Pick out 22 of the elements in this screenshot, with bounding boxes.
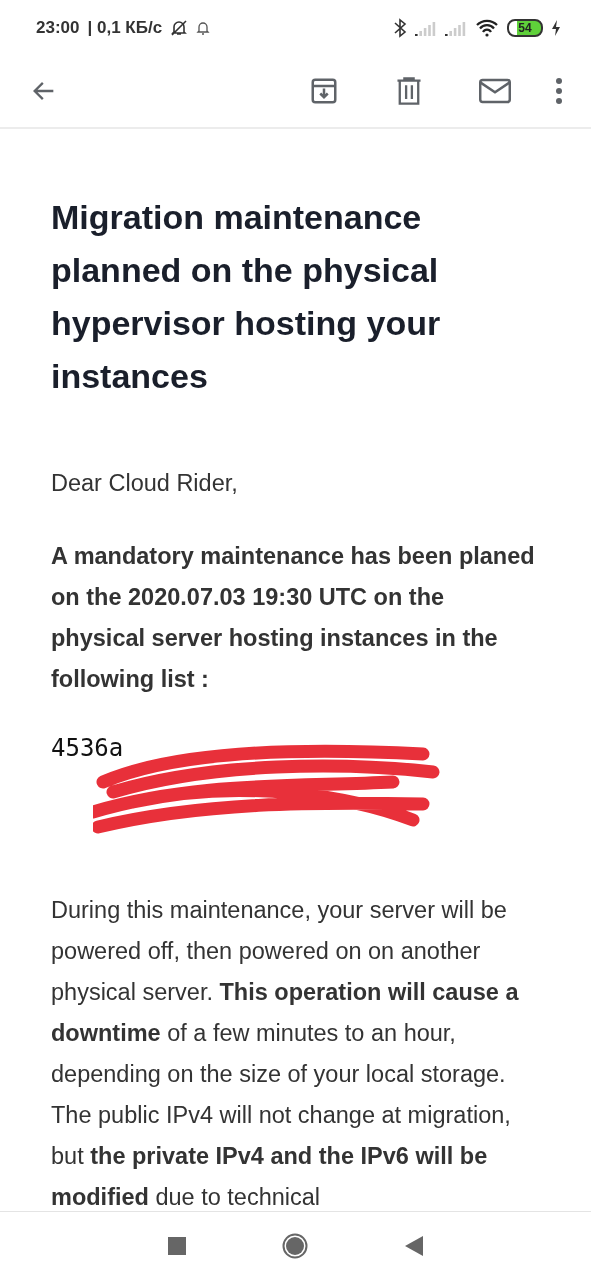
network-speed: | 0,1 КБ/с xyxy=(87,17,163,38)
envelope-icon xyxy=(479,78,511,104)
signal-icon xyxy=(445,19,467,36)
home-icon[interactable] xyxy=(282,1233,309,1259)
battery-indicator: 54 xyxy=(507,18,543,37)
instance-id: 4536a xyxy=(51,733,124,764)
wifi-icon xyxy=(475,18,499,37)
bluetooth-icon xyxy=(393,17,407,38)
back-nav-icon[interactable] xyxy=(404,1236,423,1256)
charging-icon xyxy=(551,19,561,36)
trash-icon xyxy=(395,76,423,106)
greeting: Dear Cloud Rider, xyxy=(51,469,239,498)
more-icon xyxy=(555,77,563,105)
muted-bell-icon xyxy=(170,18,189,37)
status-time: 23:00 xyxy=(36,17,80,38)
archive-icon xyxy=(309,76,339,106)
email-title: Migration maintenance planned on the physical hypervisor hosting your instances xyxy=(51,197,442,397)
signal-icon xyxy=(415,19,437,36)
body-paragraph: During this maintenance, your server will be powered off, then powered on on another physical server. This operation will cause a downtime of a few minutes to an hour, depending on the size of your local storage. The public IPv4 will not change at migration, but the private IPv4 and the IPv6 will be modified due to technical xyxy=(51,896,520,1211)
recent-apps-icon[interactable] xyxy=(168,1237,187,1255)
bell-icon xyxy=(196,19,211,36)
notice-paragraph: A mandatory maintenance has been planed on the 2020.07.03 19:30 UTC on the physical server hosting instances in the following list : xyxy=(51,542,536,694)
